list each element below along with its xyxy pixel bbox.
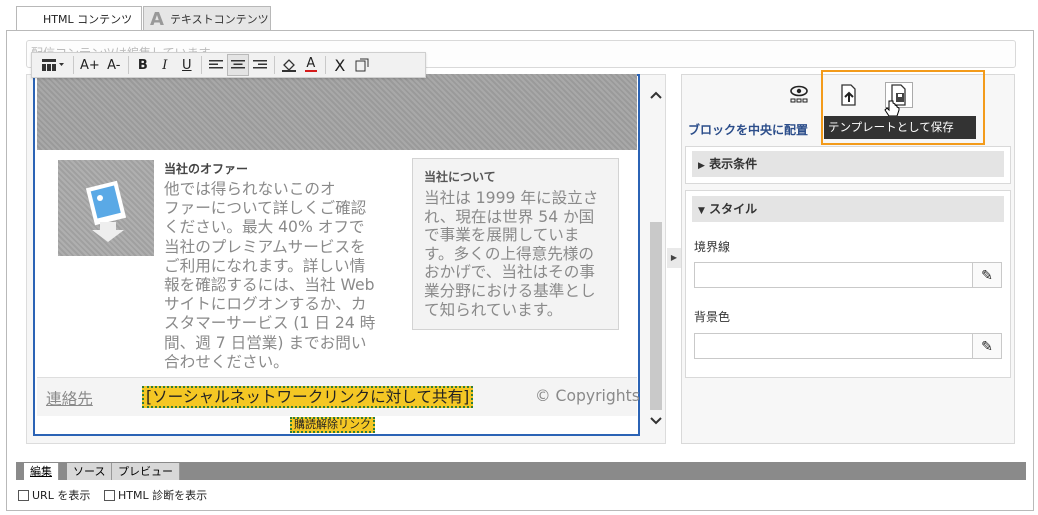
fill-color-icon[interactable]: [278, 54, 300, 76]
bold-button[interactable]: B: [132, 54, 154, 76]
preview-eye-icon[interactable]: [784, 82, 814, 108]
collapse-arrow-icon: ▼: [698, 206, 705, 216]
scroll-up-icon[interactable]: [648, 88, 664, 102]
tab-source[interactable]: ソース: [67, 463, 113, 480]
background-label: 背景色: [694, 310, 731, 324]
show-html-diagnostic-label: HTML 診断を表示: [118, 489, 208, 502]
offer-title: 当社のオファー: [164, 162, 249, 176]
border-input[interactable]: [694, 262, 972, 288]
about-title: 当社について: [424, 170, 496, 184]
highlight-frame: [821, 70, 985, 145]
background-input[interactable]: [694, 333, 972, 359]
tab-edit[interactable]: 編集: [24, 463, 59, 480]
scroll-down-icon[interactable]: [648, 414, 664, 428]
align-left-icon[interactable]: [205, 54, 227, 76]
image-placeholder-icon: [85, 180, 127, 242]
border-label: 境界線: [694, 240, 731, 254]
style-header[interactable]: ▼ スタイル: [692, 196, 1004, 222]
about-text: 当社は 1999 年に設立さ れ、現在は世界 54 か国 で事業を展開していま …: [424, 189, 599, 319]
contact-link[interactable]: 連絡先: [46, 387, 93, 409]
italic-button[interactable]: I: [154, 54, 176, 76]
show-url-checkbox[interactable]: [18, 489, 29, 501]
style-label: スタイル: [709, 202, 758, 216]
align-center-icon[interactable]: [226, 54, 249, 76]
unsubscribe-link[interactable]: 購読解除リンク: [290, 417, 375, 433]
format-toolbar: A+ A- B I U A X: [31, 52, 426, 78]
show-url-label: URL を表示: [32, 489, 91, 502]
expand-arrow-icon: ▶: [698, 161, 705, 171]
tab-html-label: HTML コンテンツ: [43, 13, 133, 26]
show-html-diagnostic-option[interactable]: HTML 診断を表示: [104, 487, 207, 503]
structure-dropdown-icon[interactable]: [36, 54, 70, 76]
text-a-icon: A: [150, 8, 164, 30]
display-conditions-label: 表示条件: [709, 157, 758, 171]
underline-button[interactable]: U: [176, 54, 198, 76]
tab-html-content[interactable]: HTML コンテンツ: [16, 6, 142, 31]
remove-format-button[interactable]: X: [329, 54, 351, 76]
align-right-icon[interactable]: [249, 54, 271, 76]
background-edit-pencil-icon[interactable]: ✎: [972, 333, 1002, 359]
display-conditions-header[interactable]: ▶ 表示条件: [692, 151, 1004, 177]
collapse-panel-handle[interactable]: ▶: [667, 248, 681, 268]
scroll-thumb[interactable]: [650, 222, 662, 410]
decrease-font-button[interactable]: A-: [103, 54, 125, 76]
border-edit-pencil-icon[interactable]: ✎: [972, 262, 1002, 288]
social-share-link[interactable]: [ソーシャルネットワークリンクに対して共有]: [142, 386, 474, 408]
show-url-option[interactable]: URL を表示: [18, 487, 90, 503]
text-color-icon[interactable]: A: [300, 54, 322, 76]
tab-text-content[interactable]: A テキストコンテンツ: [143, 6, 271, 31]
tab-preview[interactable]: プレビュー: [112, 463, 180, 480]
hero-image: [37, 74, 637, 150]
offer-image: [58, 160, 154, 256]
block-label: ブロックを中央に配置: [688, 123, 809, 137]
increase-font-button[interactable]: A+: [77, 54, 103, 76]
copyright-text: © Copyrights: [535, 387, 640, 405]
tab-text-label: テキストコンテンツ: [169, 13, 269, 26]
insert-field-icon[interactable]: [351, 54, 373, 76]
offer-text: 他では得られないこのオ ファーについて詳しくご確認 ください。最大 40% オフ…: [164, 180, 376, 371]
show-html-diagnostic-checkbox[interactable]: [104, 489, 115, 501]
